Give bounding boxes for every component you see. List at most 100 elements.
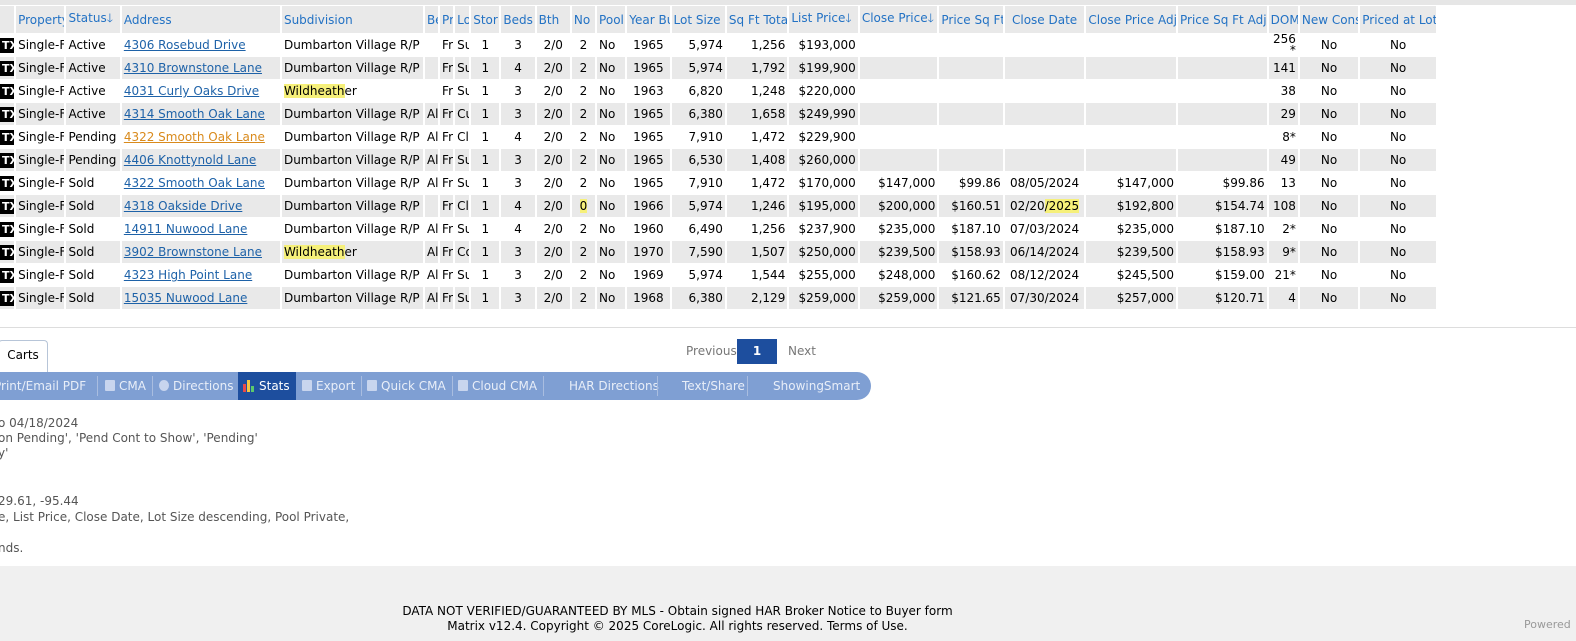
table-row[interactable]: TXSingle-FSold 3902 Brownstone Lane Wildhe… [0,241,1436,264]
stats-button[interactable]: Stats [238,372,296,400]
address-link[interactable]: 3902 Brownstone Lane [124,245,262,259]
cloud-cma-button[interactable]: Cloud CMA [458,372,537,400]
har-directions-button[interactable]: HAR Directions [569,372,659,400]
address-link[interactable]: 4322 Smooth Oak Lane [124,176,265,190]
price-sqft-cell: $160.62 [939,264,1003,287]
col-header-pool[interactable]: Pool [597,6,626,34]
list-price-cell: $199,900 [789,57,858,80]
col-header-lo[interactable]: Lo [455,6,470,34]
address-link[interactable]: 14911 Nuwood Lane [124,222,248,236]
property-type-cell: Single-F [16,103,65,126]
col-header-priced-at-lot[interactable]: Priced at Lot [1360,6,1436,34]
quick-cma-button[interactable]: Quick CMA [367,372,446,400]
priced-at-lot-cell: No [1360,149,1436,172]
terms-link[interactable]: Terms of Use. [827,619,908,633]
subdivision-cell: Wildheather [281,80,423,103]
col-header-bth[interactable]: Bth [536,6,570,34]
arrow-down-icon: 🡓 [845,11,852,25]
col-header-state[interactable] [0,6,15,34]
col-header-status[interactable]: Status🡓 [66,6,120,34]
highlighted-text: /2025 [1044,199,1080,213]
col-header-list-price[interactable]: List Price🡓 [789,6,858,34]
col-header-close-date[interactable]: Close Date [1004,6,1085,34]
criteria-line: 29.61, -95.44 [0,494,79,508]
table-row[interactable]: TXSingle-FSold 4318 Oakside Drive Dumbarto… [0,195,1436,218]
col-header-price-sqft[interactable]: Price Sq Ft [939,6,1003,34]
table-row[interactable]: TXSingle-FSold 4323 High Point Lane Dumbar… [0,264,1436,287]
pr-cell: Fr [440,264,454,287]
close-price-cell [859,80,938,103]
col-header-year[interactable]: Year Bu [627,6,670,34]
property-type-cell: Single-F [16,287,65,310]
address-link[interactable]: 4031 Curly Oaks Drive [124,84,259,98]
col-header-lot-size[interactable]: Lot Size [671,6,725,34]
previous-link[interactable]: Previous [686,339,737,364]
col-header-property[interactable]: Property [16,6,65,34]
col-header-no[interactable]: No ( [571,6,596,34]
col-header-new-cons[interactable]: New Cons [1299,6,1359,34]
address-link[interactable]: 4323 High Point Lane [124,268,252,282]
state-badge: TX [0,60,15,76]
table-row[interactable]: TXSingle-FActive 4310 Brownstone Lane Dumb… [0,57,1436,80]
text-share-button[interactable]: Text/Share [682,372,745,400]
address-link[interactable]: 4306 Rosebud Drive [124,38,246,52]
col-header-beds[interactable]: Beds [501,6,535,34]
table-row[interactable]: TXSingle-FSold 15035 Nuwood Lane Dumbarton… [0,287,1436,310]
export-button[interactable]: Export [302,372,355,400]
sqft-cell: 1,658 [726,103,788,126]
cma-button[interactable]: CMA [105,372,146,400]
table-row[interactable]: TXSingle-FPending 4406 Knottynold Lane Dum… [0,149,1436,172]
col-header-stories[interactable]: Stori [471,6,500,34]
table-row[interactable]: TXSingle-FActive 4031 Curly Oaks Drive Wil… [0,80,1436,103]
table-row[interactable]: TXSingle-FSold 4322 Smooth Oak Lane Dumbar… [0,172,1436,195]
status-cell: Active [66,57,120,80]
close-price-adj-cell: $245,500 [1086,264,1177,287]
col-header-close-price-adj[interactable]: Close Price Adj [1086,6,1177,34]
col-header-close-price[interactable]: Close Price🡓 [859,6,938,34]
print-email-pdf-button[interactable]: Print/Email PDF [0,372,94,400]
priced-at-lot-cell: No [1360,264,1436,287]
subdivision-cell: Dumbarton Village R/P [281,172,423,195]
no-cell: 2 [571,57,596,80]
pool-cell: No [597,103,626,126]
next-link[interactable]: Next [788,339,816,364]
criteria-line: nds. [0,541,24,555]
tab-carts[interactable]: Carts [0,340,48,372]
table-row[interactable]: TXSingle-FActive 4306 Rosebud Drive Dumbar… [0,34,1436,57]
directions-button[interactable]: Directions [159,372,233,400]
header-row: Property Status🡓 Address Subdivision Be … [0,6,1436,34]
showingsmart-button[interactable]: ShowingSmart [773,372,860,400]
col-header-be[interactable]: Be [424,6,439,34]
col-header-dom[interactable]: DOM [1268,6,1298,34]
pool-cell: No [597,126,626,149]
table-row[interactable]: TXSingle-FPending 4322 Smooth Oak Lane Dum… [0,126,1436,149]
col-header-price-sqft-adj[interactable]: Price Sq Ft Adj $ [1178,6,1267,34]
address-cell: 4314 Smooth Oak Lane [121,103,280,126]
address-link[interactable]: 4318 Oakside Drive [124,199,243,213]
priced-at-lot-cell: No [1360,287,1436,310]
address-link[interactable]: 4314 Smooth Oak Lane [124,107,265,121]
table-row[interactable]: TXSingle-FSold 14911 Nuwood Lane Dumbarton… [0,218,1436,241]
address-link[interactable]: 4310 Brownstone Lane [124,61,262,75]
status-cell: Active [66,80,120,103]
table-row[interactable]: TXSingle-FActive 4314 Smooth Oak Lane Dumb… [0,103,1436,126]
col-header-address[interactable]: Address [121,6,280,34]
lo-cell: Co [455,241,470,264]
beds-cell: 4 [501,218,535,241]
document-icon [367,380,377,391]
address-link[interactable]: 15035 Nuwood Lane [124,291,248,305]
sqft-cell: 1,792 [726,57,788,80]
address-link[interactable]: 4406 Knottynold Lane [124,153,256,167]
lot-size-cell: 5,974 [671,34,725,57]
address-link[interactable]: 4322 Smooth Oak Lane [124,130,265,144]
state-badge: TX [0,244,15,260]
col-header-subdivision[interactable]: Subdivision [281,6,423,34]
no-value: 2 [579,268,588,282]
no-cell: 2 [571,264,596,287]
pr-cell: Fr [440,103,454,126]
page-1-button[interactable]: 1 [737,339,777,364]
action-toolbar: Print/Email PDF CMA Directions Stats Exp… [0,372,871,400]
compass-icon [159,380,169,391]
col-header-pr[interactable]: Pr [440,6,454,34]
col-header-sqft[interactable]: Sq Ft Total [726,6,788,34]
